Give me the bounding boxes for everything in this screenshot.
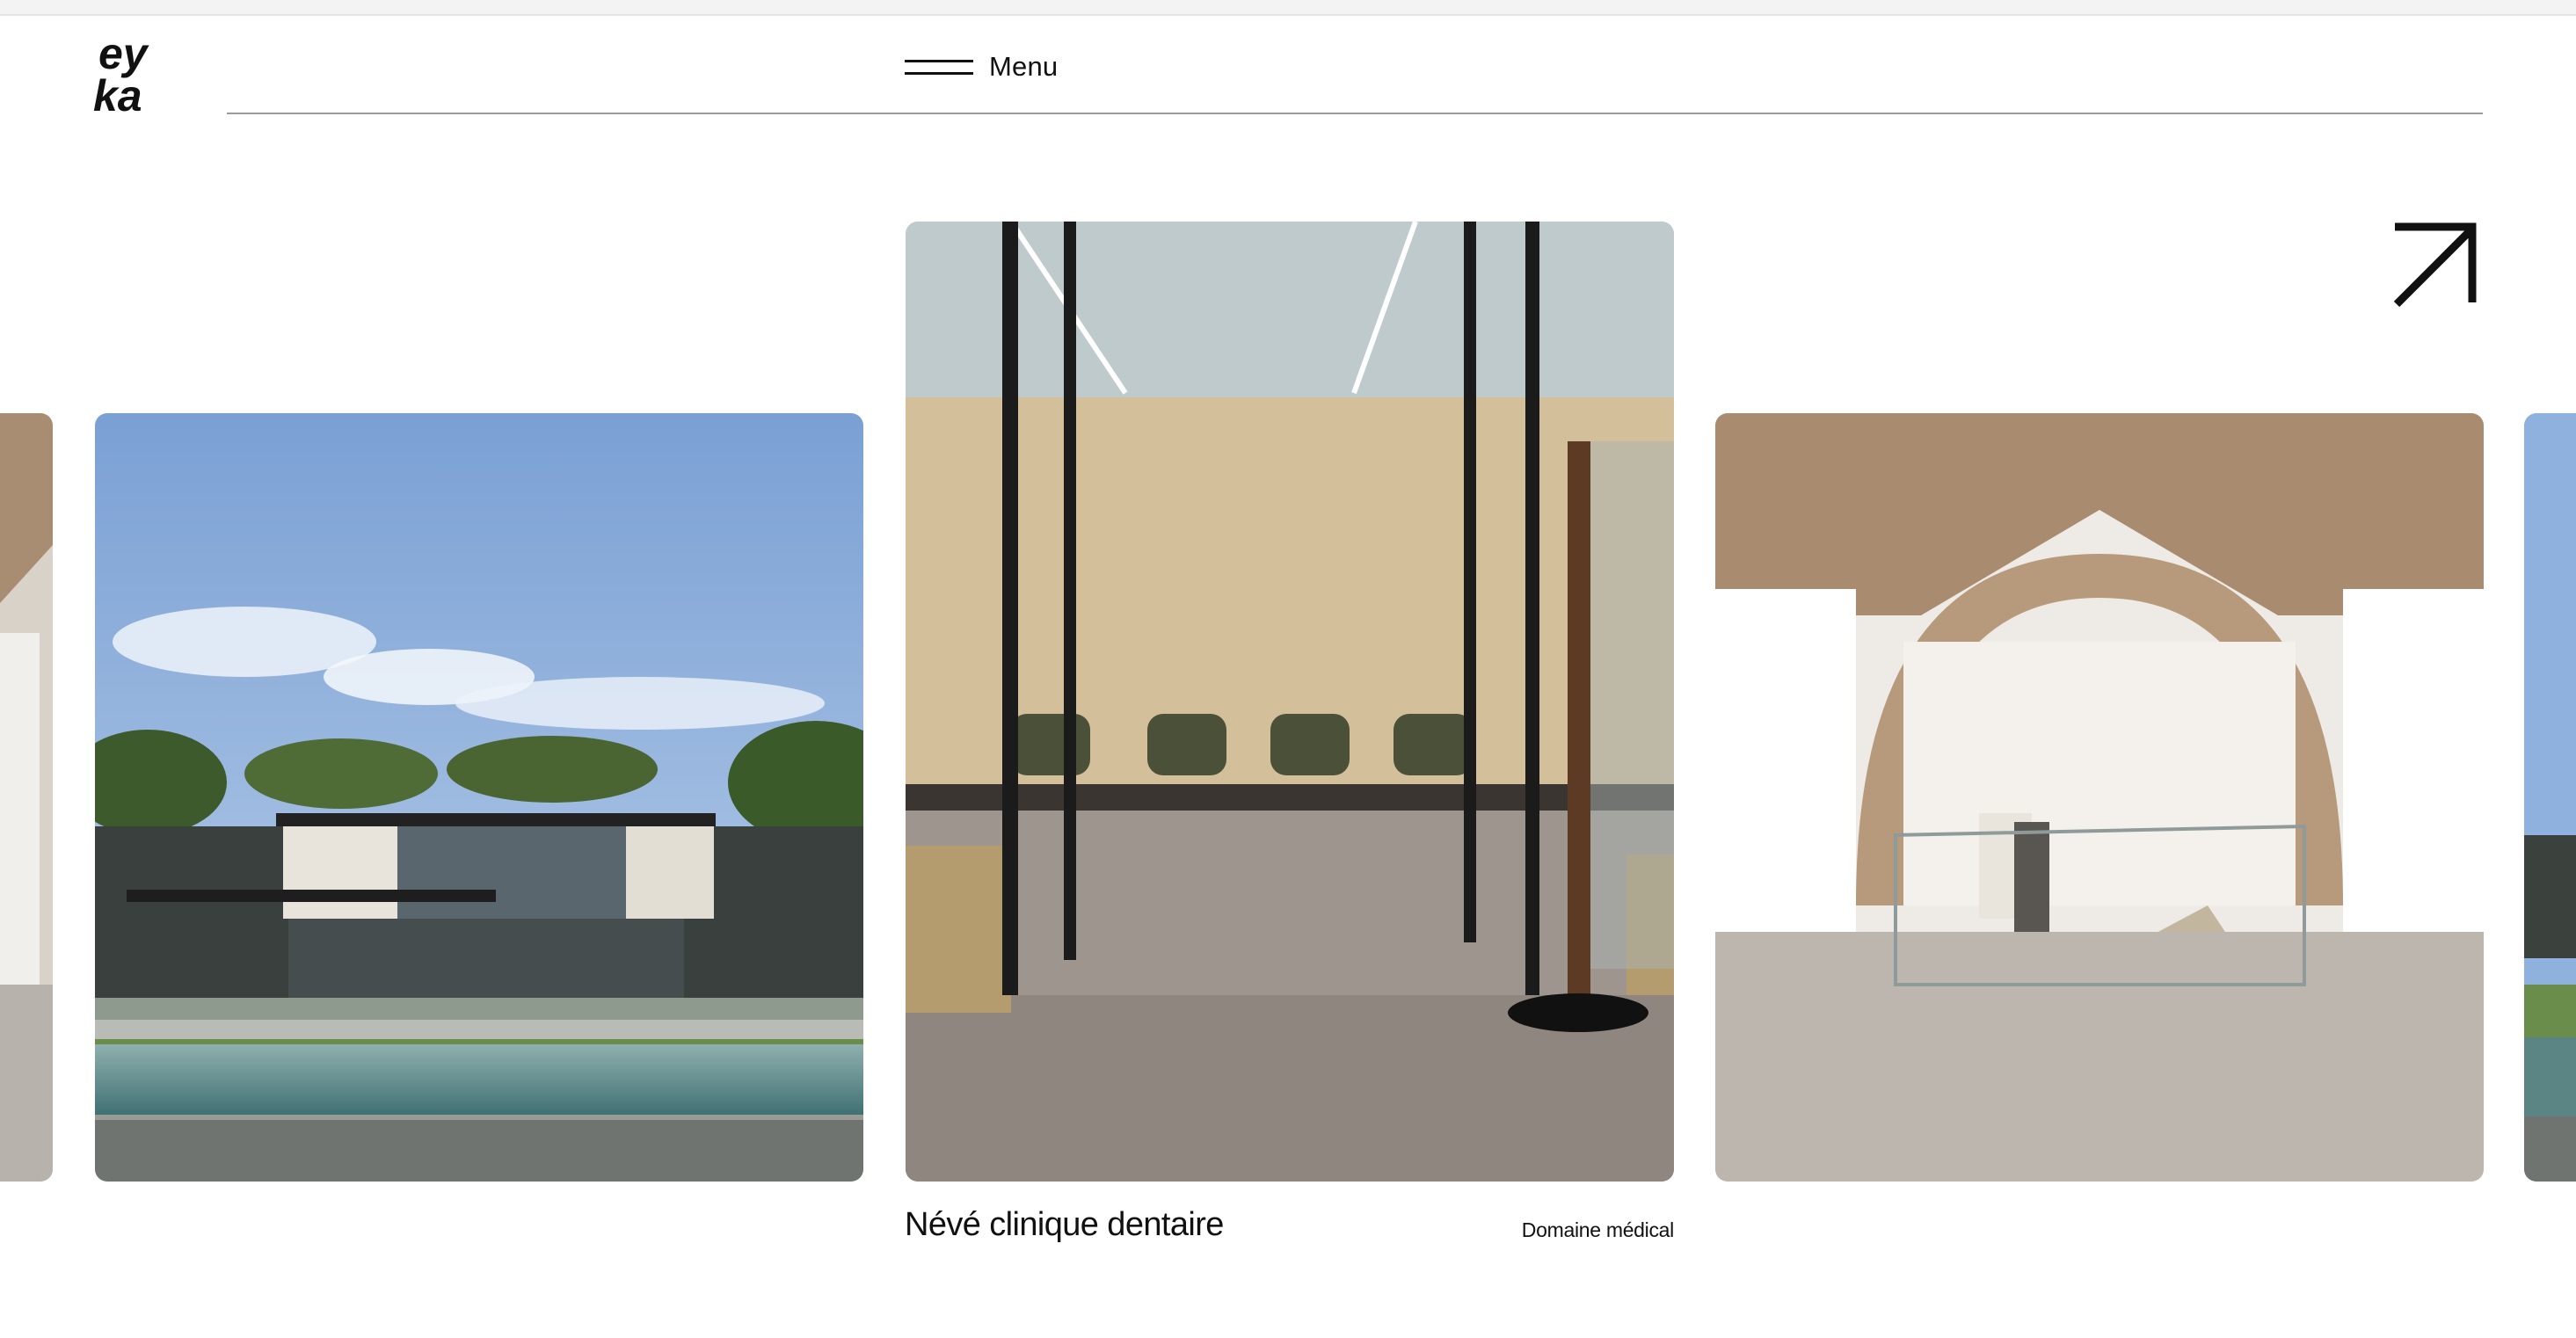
project-category: Domaine médical bbox=[1521, 1218, 1675, 1241]
svg-text:ka: ka bbox=[93, 71, 142, 116]
arrow-up-right-icon[interactable] bbox=[2388, 216, 2485, 313]
hamburger-icon bbox=[905, 56, 973, 77]
project-card-partial-right[interactable] bbox=[2524, 413, 2576, 1182]
project-card-villa[interactable] bbox=[95, 413, 863, 1182]
header-divider bbox=[227, 113, 2483, 114]
menu-label: Menu bbox=[989, 51, 1059, 82]
project-card-attic[interactable] bbox=[1715, 413, 2484, 1182]
project-card-partial-left[interactable] bbox=[0, 413, 53, 1182]
menu-button[interactable]: Menu bbox=[905, 46, 1058, 88]
eyka-logo[interactable]: ey ka bbox=[93, 32, 181, 116]
project-card-dental-clinic[interactable] bbox=[906, 222, 1674, 1182]
browser-top-strip bbox=[0, 0, 2576, 16]
project-title[interactable]: Névé clinique dentaire bbox=[905, 1206, 1224, 1244]
